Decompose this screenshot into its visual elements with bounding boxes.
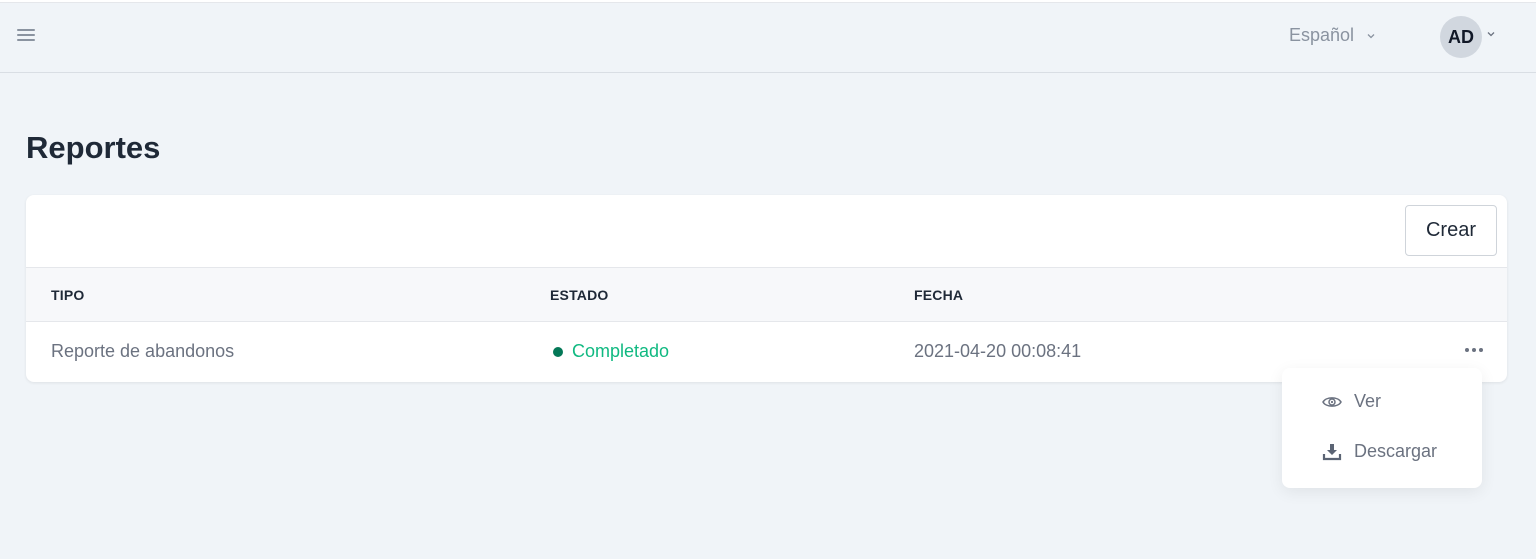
row-actions-dropdown: Ver Descargar: [1282, 368, 1482, 488]
cell-fecha: 2021-04-20 00:08:41: [914, 341, 1082, 361]
avatar[interactable]: AD: [1440, 16, 1482, 58]
top-header: Español AD: [0, 3, 1536, 73]
menu-item-label: Descargar: [1354, 441, 1438, 461]
user-menu[interactable]: AD: [1440, 16, 1496, 58]
column-header-fecha: FECHA: [914, 287, 964, 303]
hamburger-menu-icon[interactable]: [17, 27, 35, 43]
create-button[interactable]: Crear: [1405, 205, 1497, 256]
column-header-estado: ESTADO: [550, 287, 609, 303]
status-badge: Completado: [553, 341, 669, 362]
menu-item-descargar[interactable]: Descargar: [1322, 441, 1437, 462]
chevron-down-icon: [1487, 32, 1495, 37]
cell-tipo: Reporte de abandonos: [51, 341, 235, 361]
status-dot: [553, 346, 563, 357]
column-header-tipo: TIPO: [51, 287, 85, 303]
eye-icon: [1322, 396, 1342, 407]
chevron-down-icon: [1367, 33, 1375, 38]
table-header: TIPO ESTADO FECHA: [26, 267, 1507, 322]
page-title: Reportes: [26, 130, 161, 165]
status-label: Completado: [572, 341, 670, 361]
language-label: Español: [1289, 25, 1355, 45]
reports-card: Crear TIPO ESTADO FECHA Reporte de aband…: [26, 195, 1507, 382]
menu-item-label: Ver: [1354, 391, 1382, 411]
menu-item-ver[interactable]: Ver: [1322, 391, 1381, 412]
language-selector[interactable]: Español: [1289, 25, 1376, 46]
more-options-icon[interactable]: [1465, 348, 1483, 352]
download-icon: [1322, 443, 1342, 460]
